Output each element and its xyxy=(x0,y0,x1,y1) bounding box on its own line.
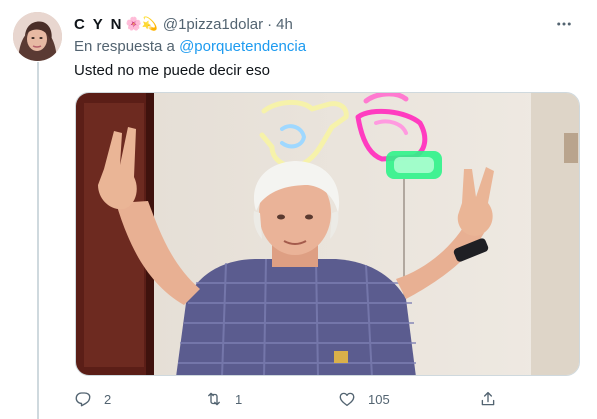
tweet-actions: 2 1 105 xyxy=(74,388,497,410)
like-count: 105 xyxy=(368,391,390,407)
reply-count: 2 xyxy=(104,391,112,407)
display-name[interactable]: C Y N xyxy=(74,16,123,33)
tweet-timestamp[interactable]: 4h xyxy=(276,16,293,33)
reply-mention-link[interactable]: @porquetendencia xyxy=(179,38,306,55)
reply-context: En respuesta a @porquetendencia xyxy=(74,38,306,55)
avatar-image xyxy=(13,12,62,61)
photo-image xyxy=(76,93,579,375)
retweet-icon xyxy=(208,392,220,406)
reply-button[interactable]: 2 xyxy=(74,388,111,410)
reply-prefix: En respuesta a xyxy=(74,38,175,55)
separator-dot: · xyxy=(267,15,273,33)
more-icon[interactable] xyxy=(552,13,576,35)
tweet-header: C Y N 🌸💫 @1pizza1dolar · 4h xyxy=(74,13,584,35)
retweet-count: 1 xyxy=(235,391,243,407)
thread-line xyxy=(37,62,39,419)
heart-icon xyxy=(339,392,355,407)
tweet-text: Usted no me puede decir eso xyxy=(74,62,270,79)
share-button[interactable] xyxy=(479,388,497,410)
avatar[interactable] xyxy=(13,12,62,61)
reply-icon xyxy=(75,392,91,407)
user-handle[interactable]: @1pizza1dolar xyxy=(163,16,263,33)
tweet-photo[interactable] xyxy=(75,92,580,376)
name-emoji: 🌸💫 xyxy=(125,16,158,31)
like-button[interactable]: 105 xyxy=(338,388,390,410)
share-icon xyxy=(481,391,495,406)
retweet-button[interactable]: 1 xyxy=(205,388,242,410)
